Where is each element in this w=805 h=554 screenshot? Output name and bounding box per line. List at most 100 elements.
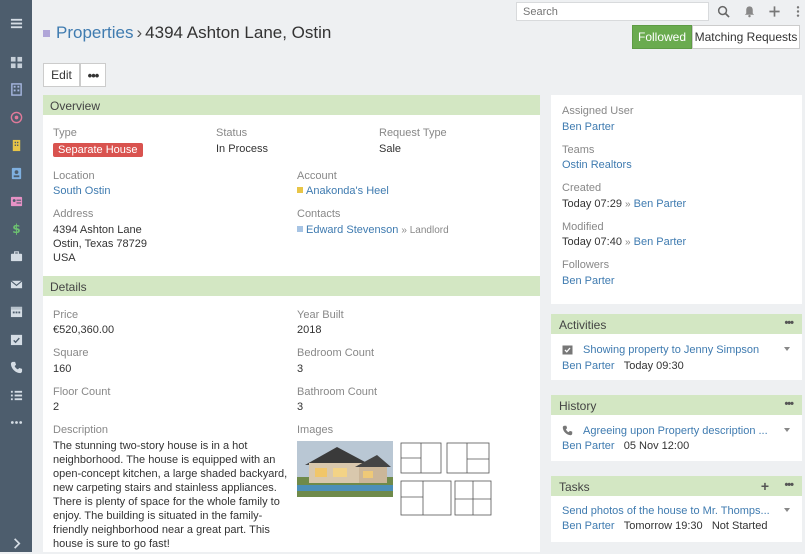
address-line3: USA [53,252,76,264]
modified-by-link[interactable]: Ben Parter [634,236,687,248]
phone-icon[interactable] [0,356,32,378]
followers-link[interactable]: Ben Parter [562,275,615,287]
task-time: Tomorrow 19:30 [623,520,703,532]
phone-icon [562,425,573,436]
dashboard-icon[interactable] [0,51,32,73]
square-label: Square [53,347,89,359]
created-by-link[interactable]: Ben Parter [634,198,687,210]
status-value: In Process [216,143,268,155]
bedroom-label: Bedroom Count [297,347,375,359]
history-link[interactable]: Agreeing upon Property description ... [583,425,768,437]
activity-dropdown-icon[interactable] [784,347,790,351]
followed-button[interactable]: Followed [632,25,692,49]
envelope-icon[interactable] [0,273,32,295]
calendar-check-icon[interactable] [0,328,32,350]
contact-field: Edward Stevenson » Landlord [297,224,449,236]
activities-header: Activities ••• [551,314,802,334]
history-title: History [559,399,597,413]
modified-label: Modified [562,221,604,233]
search-input[interactable] [516,2,709,21]
account-label: Account [297,170,337,182]
task-link[interactable]: Send photos of the house to Mr. Thomps..… [562,505,770,517]
calendar-icon[interactable] [0,300,32,322]
tasks-header: Tasks + ••• [551,476,802,496]
address-line1: 4394 Ashton Lane [53,224,142,236]
assigned-user-link[interactable]: Ben Parter [562,121,615,133]
type-label: Type [53,127,77,139]
task-dropdown-icon[interactable] [784,508,790,512]
location-label: Location [53,170,95,182]
contact-icon[interactable] [0,162,32,184]
bedroom-value: 3 [297,363,304,375]
overview-header: Overview [43,95,540,115]
edit-button[interactable]: Edit [43,63,80,87]
main-panel: Overview Type Separate House Status In P… [43,95,540,552]
modified-field: Today 07:40 » Ben Parter [562,236,686,248]
contact-link[interactable]: Edward Stevenson [306,224,398,236]
description-label: Description [53,424,109,436]
task-meta: Ben Parter Tomorrow 19:30 Not Started [562,520,767,532]
created-label: Created [562,182,602,194]
search-icon[interactable] [716,4,730,18]
location-link[interactable]: South Ostin [53,185,110,197]
building-icon[interactable] [0,134,32,156]
add-task-icon[interactable]: + [761,478,769,494]
address-label: Address [53,208,94,220]
history-dropdown-icon[interactable] [784,428,790,432]
properties-icon[interactable] [0,78,32,100]
tasks-title: Tasks [559,480,590,494]
tasks-list-icon[interactable] [0,384,32,406]
target-icon[interactable] [0,106,32,128]
page-title: 4394 Ashton Lane, Ostin [145,23,332,42]
activity-time: Today 09:30 [623,360,684,372]
more-actions-button[interactable]: ••• [80,63,106,87]
more-nav-icon[interactable] [0,411,32,433]
svg-text:$: $ [12,222,20,235]
task-user-link[interactable]: Ben Parter [562,520,615,532]
year-built-value: 2018 [297,324,322,336]
followers-label: Followers [562,259,610,271]
account-link[interactable]: Anakonda's Heel [306,185,389,197]
history-meta: Ben Parter 05 Nov 12:00 [562,440,689,452]
breadcrumb-link-properties[interactable]: Properties [56,23,133,42]
side-info-panel: Assigned User Ben Parter Teams Ostin Rea… [551,95,802,304]
address-line2: Ostin, Texas 78729 [53,238,147,250]
square-value: 160 [53,363,72,375]
bathroom-value: 3 [297,401,304,413]
activity-meta: Ben Parter Today 09:30 [562,360,684,372]
briefcase-icon[interactable] [0,245,32,267]
contact-role: » Landlord [401,225,449,236]
dollar-icon[interactable]: $ [0,217,32,239]
bathroom-label: Bathroom Count [297,386,378,398]
id-card-icon[interactable] [0,190,32,212]
bell-icon[interactable] [742,4,756,18]
activity-user-link[interactable]: Ben Parter [562,360,615,372]
contacts-label: Contacts [297,208,341,220]
contact-color-square [297,226,303,232]
request-type-label: Request Type [379,127,447,139]
tasks-panel: Tasks + ••• Send photos of the house to Mr… [551,476,802,542]
floor-plan-thumbnail[interactable] [399,441,493,517]
menu-icon[interactable] [0,12,32,34]
history-user-link[interactable]: Ben Parter [562,440,615,452]
menu-kebab-icon[interactable] [793,4,803,18]
assigned-user-label: Assigned User [562,105,634,117]
activity-link[interactable]: Showing property to Jenny Simpson [583,344,759,356]
matching-requests-button[interactable]: Matching Requests [692,25,800,49]
teams-label: Teams [562,144,595,156]
teams-link[interactable]: Ostin Realtors [562,159,632,171]
activities-panel: Activities ••• Showing property to Jenny … [551,314,802,380]
year-built-label: Year Built [297,309,344,321]
tasks-menu-icon[interactable]: ••• [784,479,794,491]
history-menu-icon[interactable]: ••• [784,398,794,410]
type-badge: Separate House [53,143,143,157]
house-photo-thumbnail[interactable] [297,441,393,497]
task-status: Not Started [711,520,768,532]
created-field: Today 07:29 » Ben Parter [562,198,686,210]
details-header: Details [43,276,540,296]
history-time: 05 Nov 12:00 [623,440,690,452]
expand-sidebar-icon[interactable] [0,532,32,554]
history-header: History ••• [551,395,802,415]
activities-menu-icon[interactable]: ••• [784,317,794,329]
plus-icon[interactable] [767,4,781,18]
